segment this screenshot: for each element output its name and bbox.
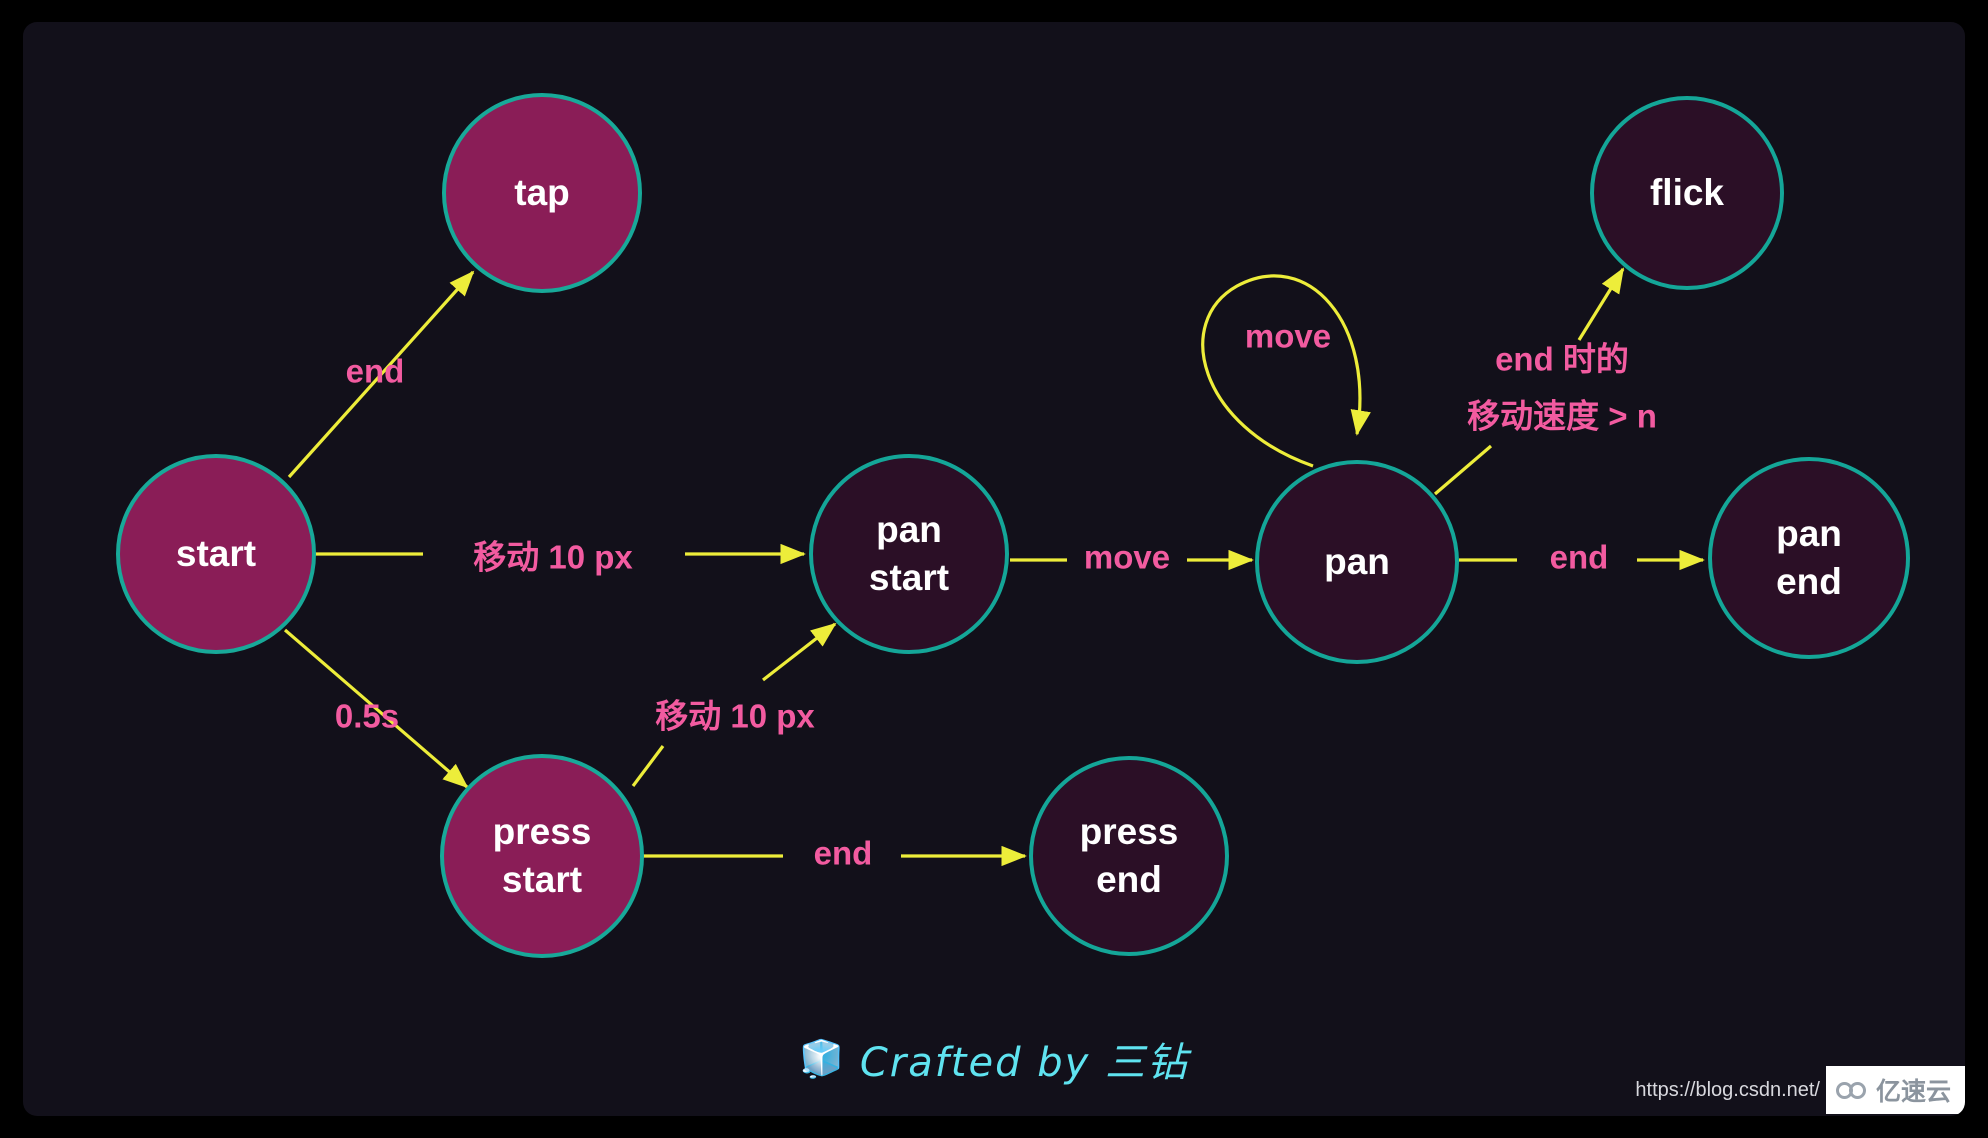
edge-start-pan-start[interactable]: 移动 10 px	[315, 539, 806, 576]
watermark-badge-name: 亿速云	[1875, 1077, 1951, 1106]
screenshot-root: end 移动 10 px 0.5s 移动 10 px end move move…	[0, 0, 1988, 1138]
edge-pan-self-move[interactable]: move	[1201, 274, 1371, 468]
node-pan-start[interactable]: pan start	[809, 454, 1009, 654]
node-label-tap: tap	[514, 172, 570, 213]
node-label-pan-start-line2: start	[869, 557, 949, 598]
edge-press-start-press-end[interactable]: end	[643, 835, 1027, 872]
watermark: https://blog.csdn.net/ 亿速云	[1635, 1066, 1965, 1114]
node-pan[interactable]: pan	[1255, 460, 1459, 664]
node-label-pan-end-line1: pan	[1776, 513, 1842, 554]
edge-label-pan-self-move: move	[1245, 318, 1331, 355]
edge-label-press-start-pan-start: 移动 10 px	[655, 698, 815, 735]
node-press-start[interactable]: press start	[440, 754, 644, 958]
edge-start-press-start[interactable]: 0.5s	[283, 628, 469, 789]
node-label-start: start	[176, 533, 256, 574]
edge-start-tap[interactable]: end	[287, 270, 475, 479]
watermark-badge: 亿速云	[1825, 1066, 1965, 1114]
node-label-press-end-line2: end	[1096, 859, 1162, 900]
node-label-flick: flick	[1650, 172, 1724, 213]
edge-label-pan-pan-end: end	[1550, 539, 1609, 576]
edge-label-pan-start-pan: move	[1084, 539, 1170, 576]
diagram-panel: end 移动 10 px 0.5s 移动 10 px end move move…	[23, 22, 1965, 1116]
node-label-press-start-line2: start	[502, 859, 582, 900]
edge-label-start-tap: end	[346, 353, 405, 390]
edge-label-start-press-start: 0.5s	[335, 698, 399, 735]
node-label-press-end-line1: press	[1080, 811, 1179, 852]
watermark-url: https://blog.csdn.net/	[1635, 1078, 1820, 1101]
node-label-pan-start-line1: pan	[876, 509, 942, 550]
node-tap[interactable]: tap	[442, 93, 642, 293]
cloud-loops-icon	[1835, 1079, 1870, 1101]
state-machine-diagram: end 移动 10 px 0.5s 移动 10 px end move move…	[116, 93, 1910, 958]
edge-label-pan-flick-line1: end 时的	[1495, 341, 1629, 378]
node-label-press-start-line1: press	[493, 811, 592, 852]
edge-pan-start-pan[interactable]: move	[1010, 539, 1254, 576]
node-label-pan: pan	[1324, 541, 1390, 582]
edge-pan-pan-end[interactable]: end	[1459, 539, 1705, 576]
node-flick[interactable]: flick	[1590, 96, 1784, 290]
edge-label-pan-flick-line2: 移动速度 > n	[1467, 398, 1657, 435]
node-label-pan-end-line2: end	[1776, 561, 1842, 602]
node-press-end[interactable]: press end	[1029, 756, 1229, 956]
edge-pan-flick[interactable]: end 时的 移动速度 > n	[1433, 267, 1657, 496]
nodes-layer: start tap press start pan start press en…	[116, 93, 1910, 958]
edge-press-start-pan-start[interactable]: 移动 10 px	[631, 622, 837, 787]
node-pan-end[interactable]: pan end	[1708, 457, 1910, 659]
edge-label-press-start-press-end: end	[814, 835, 873, 872]
edge-label-start-pan-start: 移动 10 px	[473, 539, 633, 576]
node-start[interactable]: start	[116, 454, 316, 654]
